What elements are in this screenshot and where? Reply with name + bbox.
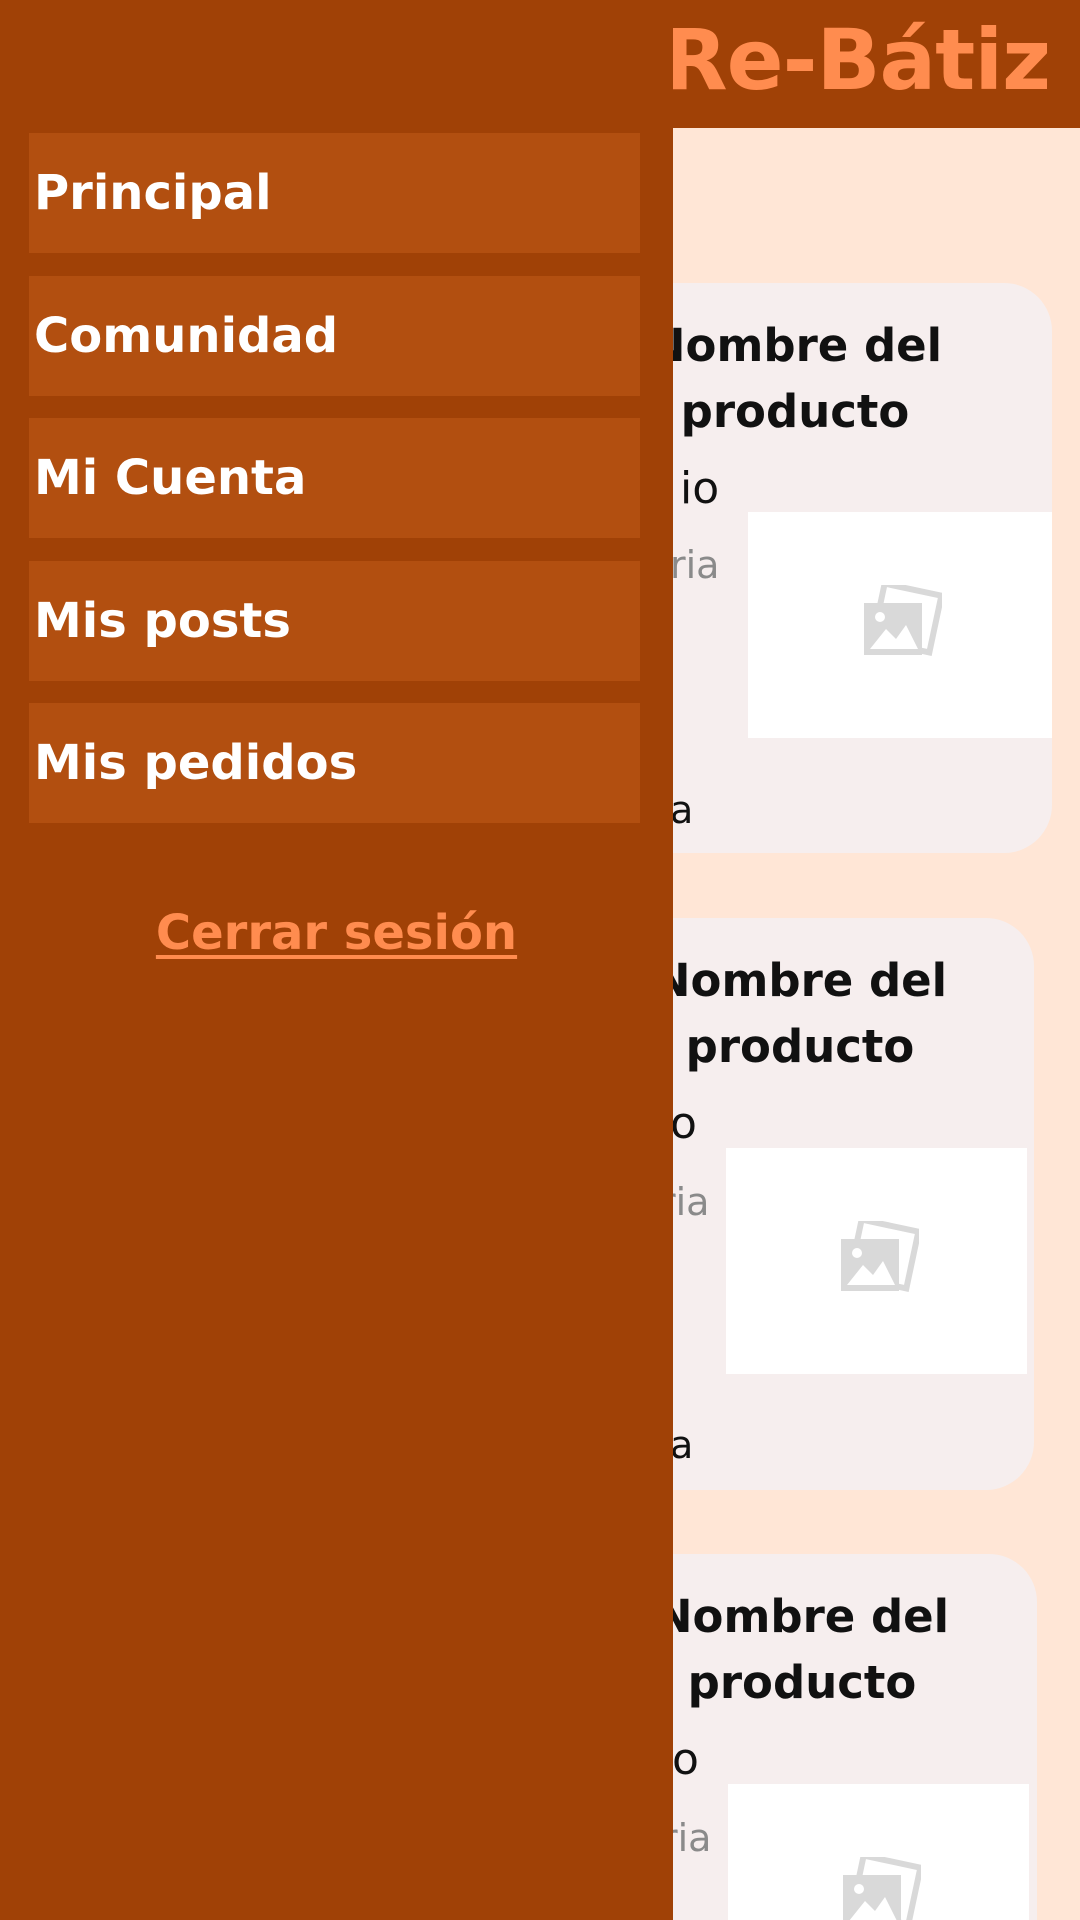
menu-item-mi-cuenta[interactable]: Mi Cuenta <box>29 418 640 538</box>
product-image[interactable] <box>726 1148 1027 1374</box>
product-footer: a <box>670 1423 694 1467</box>
product-category: ria <box>670 543 720 587</box>
menu-item-mis-pedidos[interactable]: Mis pedidos <box>29 703 640 823</box>
menu-item-mis-posts[interactable]: Mis posts <box>29 561 640 681</box>
navigation-drawer: Principal Comunidad Mi Cuenta Mis posts … <box>0 0 673 1920</box>
product-image[interactable] <box>728 1784 1029 1920</box>
product-title: Nombre del producto <box>647 319 943 438</box>
app-screen: Re-Bátiz Nombre del producto io ria a No… <box>0 0 1080 1920</box>
logout-link[interactable]: Cerrar sesión <box>0 905 673 961</box>
product-image[interactable] <box>748 512 1052 738</box>
menu-item-comunidad[interactable]: Comunidad <box>29 276 640 396</box>
product-price: o <box>670 1098 697 1149</box>
image-placeholder-icon <box>842 1857 921 1920</box>
product-price: o <box>672 1734 699 1785</box>
menu-item-principal[interactable]: Principal <box>29 133 640 253</box>
product-title: Nombre del producto <box>654 1590 950 1709</box>
product-footer: a <box>670 788 694 832</box>
product-price: io <box>680 463 720 514</box>
brand-logo[interactable]: Re-Bátiz <box>663 10 1051 110</box>
image-placeholder-icon <box>864 585 942 656</box>
product-title: Nombre del producto <box>652 954 948 1073</box>
image-placeholder-icon <box>840 1221 919 1292</box>
